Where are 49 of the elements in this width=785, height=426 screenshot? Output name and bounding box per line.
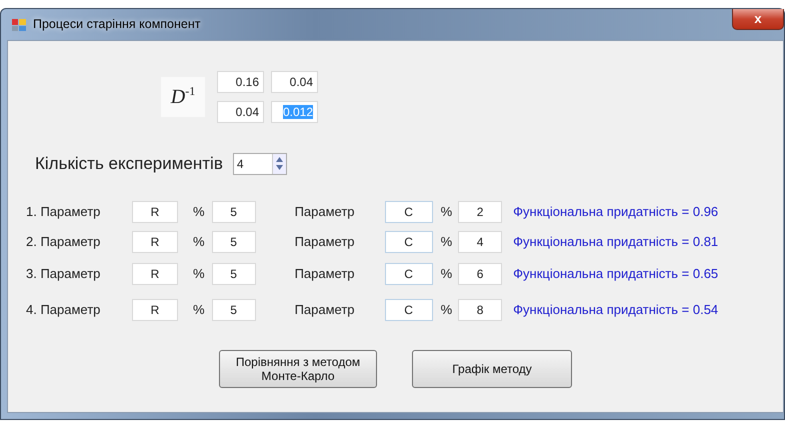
percent-field[interactable]: 5 xyxy=(212,263,256,285)
percent-field[interactable]: 4 xyxy=(458,230,502,252)
fitness-result: Функціональна придатність = 0.54 xyxy=(513,300,718,319)
matrix-field[interactable]: 0.16 xyxy=(217,71,264,93)
up-arrow-icon[interactable] xyxy=(276,156,283,162)
percent-label: % xyxy=(193,265,205,284)
percent-field[interactable]: 5 xyxy=(212,230,256,252)
parameter-field[interactable]: C xyxy=(384,263,433,285)
percent-label: % xyxy=(193,232,205,251)
parameter-label: Параметр xyxy=(294,202,356,221)
matrix-field[interactable]: 0.04 xyxy=(271,71,318,93)
compare-button[interactable]: Порівняння з методом Монте-Карло xyxy=(219,350,377,388)
parameter-label: Параметр xyxy=(294,265,356,284)
parameter-label: 2. Параметр xyxy=(26,232,102,251)
fitness-result: Функціональна придатність = 0.81 xyxy=(513,232,718,251)
matrix-label: D$^{-1}$ xyxy=(161,77,205,117)
parameter-field[interactable]: C xyxy=(384,230,433,252)
parameter-field[interactable]: C xyxy=(384,298,433,320)
down-arrow-icon[interactable] xyxy=(276,164,283,170)
parameter-field[interactable]: R xyxy=(132,230,178,252)
close-button[interactable]: x xyxy=(732,9,784,30)
matrix-field[interactable]: 0.04 xyxy=(217,101,264,123)
fitness-result: Функціональна придатність = 0.65 xyxy=(513,265,718,284)
percent-field[interactable]: 2 xyxy=(458,200,502,222)
experiments-label: Кількість експериментів xyxy=(35,153,223,175)
percent-field[interactable]: 8 xyxy=(458,298,502,320)
app-icon xyxy=(11,16,27,32)
percent-label: % xyxy=(440,300,452,319)
percent-field[interactable]: 5 xyxy=(212,298,256,320)
parameter-field[interactable]: R xyxy=(132,263,178,285)
percent-label: % xyxy=(440,265,452,284)
parameter-label: 1. Параметр xyxy=(26,202,102,221)
percent-label: % xyxy=(193,202,205,221)
percent-label: % xyxy=(440,202,452,221)
parameter-label: Параметр xyxy=(294,300,356,319)
parameter-label: 3. Параметр xyxy=(26,265,102,284)
window-title: Процеси старіння компонент xyxy=(33,16,200,34)
percent-field[interactable]: 5 xyxy=(212,200,256,222)
graph-button[interactable]: Графік методу xyxy=(412,350,572,388)
parameter-field[interactable]: C xyxy=(384,200,433,222)
percent-label: % xyxy=(193,300,205,319)
percent-label: % xyxy=(440,232,452,251)
percent-field[interactable]: 6 xyxy=(458,263,502,285)
parameter-field[interactable]: R xyxy=(132,298,178,320)
fitness-result: Функціональна придатність = 0.96 xyxy=(513,202,718,221)
experiments-spinner[interactable]: 4 xyxy=(232,152,287,175)
parameter-label: Параметр xyxy=(294,232,356,251)
parameter-label: 4. Параметр xyxy=(26,300,102,319)
parameter-field[interactable]: R xyxy=(132,200,178,222)
